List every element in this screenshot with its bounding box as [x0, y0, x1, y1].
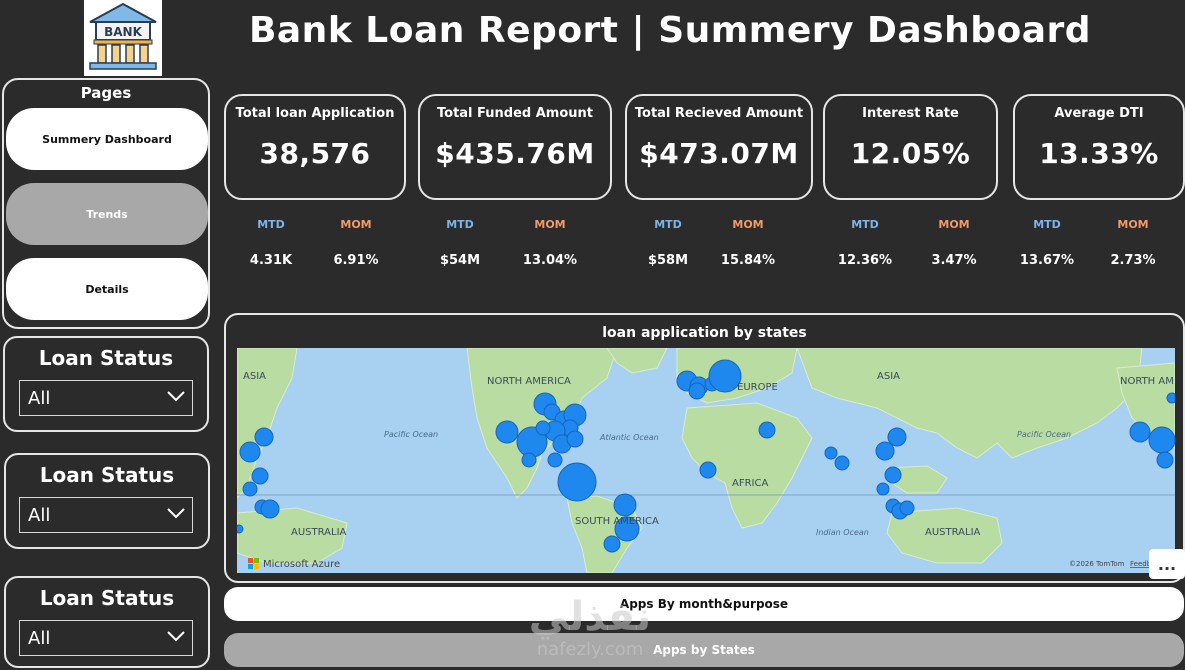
kpi-card-average-dti: Average DTI 13.33%	[1013, 94, 1185, 200]
mtd-value: 12.36%	[837, 253, 893, 268]
slicer-value: All	[28, 387, 51, 409]
map-label-indian: Indian Ocean	[816, 528, 869, 537]
map-label-europe: EUROPE	[737, 382, 778, 393]
slicer-title: Loan Status	[38, 346, 174, 370]
kpi-value: 12.05%	[850, 137, 971, 170]
kpi-value: 13.33%	[1039, 137, 1159, 170]
mtd-label: MTD	[446, 218, 474, 231]
chevron-down-icon	[167, 391, 185, 402]
bank-logo: BANK	[84, 0, 162, 76]
mom-label: MOM	[534, 218, 566, 231]
world-map[interactable]: ASIA NORTH AMERICA EUROPE ASIA NORTH AM …	[237, 348, 1175, 573]
logo-text: BANK	[104, 25, 142, 39]
map-title: loan application by states	[602, 325, 807, 341]
mtd-label: MTD	[257, 218, 285, 231]
map-label-australia-e: AUSTRALIA	[925, 527, 981, 538]
map-label-australia-w: AUSTRALIA	[291, 527, 347, 538]
slicer-value: All	[28, 504, 51, 526]
pages-panel: Pages Summery Dashboard Trends Details	[2, 78, 210, 329]
more-options-button[interactable]: ...	[1149, 549, 1185, 579]
map-label-pacific-w: Pacific Ocean	[384, 430, 438, 439]
mtd-value: 4.31K	[249, 253, 293, 268]
apps-by-states-button[interactable]: Apps by States	[224, 633, 1184, 667]
mtd-value: $54M	[439, 253, 481, 268]
page-button-trends[interactable]: Trends	[6, 183, 208, 245]
kpi-label: Total Funded Amount	[437, 106, 593, 121]
chevron-down-icon	[167, 508, 185, 519]
map-label-atlantic: Atlantic Ocean	[599, 433, 659, 442]
loan-status-slicer-1: Loan Status All	[3, 336, 209, 432]
mtd-label: MTD	[851, 218, 879, 231]
mtd-label: MTD	[654, 218, 682, 231]
mom-label: MOM	[1117, 218, 1149, 231]
map-label-north-america: NORTH AMERICA	[487, 376, 571, 387]
mtd-value: 13.67%	[1019, 253, 1075, 268]
mom-value: 3.47%	[931, 253, 977, 268]
mom-label: MOM	[340, 218, 372, 231]
page-button-summery-dashboard[interactable]: Summery Dashboard	[6, 108, 208, 170]
mom-label: MOM	[732, 218, 764, 231]
apps-by-month-purpose-button[interactable]: Apps By month&purpose	[224, 587, 1184, 621]
map-panel: loan application by states ASIA NORTH AM…	[224, 313, 1185, 583]
kpi-label: Interest Rate	[862, 106, 959, 121]
page-title: Bank Loan Report | Summery Dashboard	[248, 10, 1092, 51]
slicer-value: All	[28, 627, 51, 649]
world-map-canvas: ASIA NORTH AMERICA EUROPE ASIA NORTH AM …	[237, 348, 1175, 573]
kpi-card-total-funded-amount: Total Funded Amount $435.76M	[418, 94, 612, 200]
loan-status-dropdown-3[interactable]: All	[19, 620, 193, 656]
loan-status-dropdown-2[interactable]: All	[19, 497, 193, 533]
kpi-card-total-recieved-amount: Total Recieved Amount $473.07M	[625, 94, 813, 200]
mom-value: 15.84%	[720, 253, 776, 268]
loan-status-slicer-2: Loan Status All	[4, 453, 210, 549]
slicer-title: Loan Status	[39, 463, 175, 487]
loan-status-slicer-3: Loan Status All	[4, 576, 210, 668]
kpi-value: $435.76M	[435, 137, 595, 170]
kpi-value: 38,576	[259, 137, 371, 170]
map-label-south-america: SOUTH AMERICA	[575, 516, 659, 527]
mom-label: MOM	[938, 218, 970, 231]
slicer-title: Loan Status	[39, 586, 175, 610]
map-label-north-america-e: NORTH AM	[1120, 376, 1174, 387]
page-button-details[interactable]: Details	[6, 258, 208, 320]
map-label-africa: AFRICA	[732, 478, 768, 489]
kpi-card-total-loan-application: Total loan Application 38,576	[224, 94, 406, 200]
mom-value: 6.91%	[333, 253, 379, 268]
chevron-down-icon	[167, 631, 185, 642]
mtd-value: $58M	[647, 253, 689, 268]
mtd-label: MTD	[1033, 218, 1061, 231]
kpi-label: Average DTI	[1054, 106, 1144, 121]
map-provider: Microsoft Azure	[263, 559, 340, 570]
kpi-card-interest-rate: Interest Rate 12.05%	[823, 94, 998, 200]
kpi-label: Total loan Application	[235, 106, 395, 121]
pages-title: Pages	[80, 84, 132, 102]
map-label-asia-w: ASIA	[243, 371, 266, 382]
mom-value: 2.73%	[1110, 253, 1156, 268]
loan-status-dropdown-1[interactable]: All	[19, 380, 193, 416]
mom-value: 13.04%	[522, 253, 578, 268]
map-label-pacific-e: Pacific Ocean	[1017, 430, 1071, 439]
map-label-asia-e: ASIA	[877, 371, 900, 382]
kpi-label: Total Recieved Amount	[634, 106, 804, 121]
map-copyright: ©2026 TomTom	[1069, 560, 1125, 568]
kpi-value: $473.07M	[639, 137, 799, 170]
